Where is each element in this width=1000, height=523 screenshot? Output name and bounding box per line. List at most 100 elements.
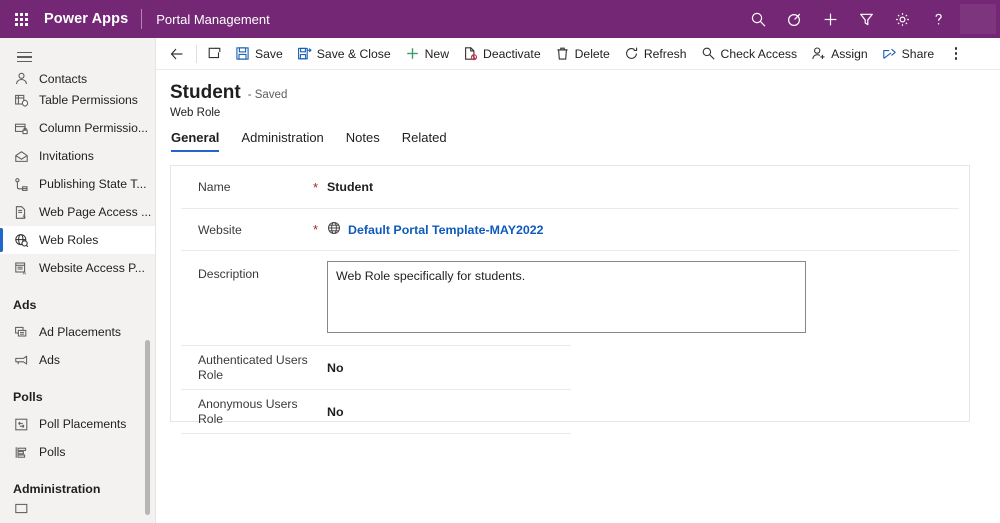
app-launcher-icon[interactable] [0,0,42,38]
tab-administration[interactable]: Administration [230,130,334,152]
description-input[interactable] [327,261,806,333]
field-website: Website * Default Portal Template-MAY202… [171,209,969,250]
more-commands-button[interactable] [943,39,969,69]
brand-title[interactable]: Power Apps [42,11,141,27]
header-actions [740,0,1000,38]
sidebar-item-website-access-permissions[interactable]: A Website Access P... [0,254,155,282]
field-label: Website [171,222,313,238]
sidebar-item-column-permissions[interactable]: Column Permissio... [0,114,155,142]
sidebar-scrollbar[interactable] [145,340,150,515]
save-and-close-button[interactable]: Save & Close [290,39,398,69]
table-permissions-icon [13,92,29,108]
page-title: Student [170,82,241,104]
sidebar-item-label: Polls [39,445,65,459]
column-permissions-icon [13,120,29,136]
sidebar-item-label: Web Page Access ... [39,205,151,219]
ads-icon [13,352,29,368]
publishing-state-icon [13,176,29,192]
tab-related[interactable]: Related [391,130,458,152]
field-authenticated-users-role: Authenticated Users Role No [171,346,969,389]
form-tabs: General Administration Notes Related [156,119,1000,152]
svg-text:A: A [22,214,26,220]
main-content: Student - Saved Web Role General Adminis… [156,70,1000,523]
website-lookup-link[interactable]: Default Portal Template-MAY2022 [327,221,544,238]
check-access-button[interactable]: Check Access [694,39,805,69]
web-roles-icon [13,232,29,248]
field-divider [181,433,571,434]
help-icon[interactable] [920,0,956,38]
contacts-icon [13,72,29,86]
sidebar-item-publishing-state-transitions[interactable]: Publishing State T... [0,170,155,198]
field-label: Authenticated Users Role [171,353,313,383]
refresh-button[interactable]: Refresh [617,39,694,69]
back-button[interactable] [162,39,192,69]
gear-icon[interactable] [884,0,920,38]
entity-name: Web Role [156,104,1000,119]
share-label: Share [902,47,935,61]
sidebar-item-label: Web Roles [39,233,98,247]
waffle-grid [15,13,28,26]
sidebar-group-administration: Administration [0,466,155,502]
poll-placements-icon [13,416,29,432]
field-label: Description [171,261,313,282]
field-label: Name [171,180,313,194]
assign-button[interactable]: Assign [804,39,875,69]
field-description: Description [171,251,969,345]
website-access-icon: A [13,260,29,276]
tab-notes[interactable]: Notes [335,130,391,152]
sidebar-item-ads[interactable]: Ads [0,346,155,374]
hamburger-menu-icon[interactable] [4,42,44,72]
delete-button[interactable]: Delete [548,39,617,69]
save-close-label: Save & Close [317,47,391,61]
partial-item-icon [13,502,29,516]
sidebar-item-ad-placements[interactable]: Ad Placements [0,318,155,346]
record-header: Student - Saved [156,70,1000,104]
sidebar-item-label: Column Permissio... [39,121,148,135]
tab-general[interactable]: General [170,130,230,152]
sidebar-item-web-roles[interactable]: Web Roles [0,226,155,254]
form-card: Name * Student Website * Default P [170,165,970,422]
sidebar-item-label: Contacts [39,72,87,86]
sidebar-item-polls[interactable]: Polls [0,438,155,466]
overflow-dots-icon [955,47,958,60]
anonymous-users-role-value[interactable]: No [313,404,344,420]
sidebar-item-label: Publishing State T... [39,177,147,191]
sidebar-item-contacts[interactable]: Contacts [0,72,155,86]
share-button[interactable]: Share [875,39,942,69]
sidebar-item-label: Table Permissions [39,93,138,107]
command-bar: Save Save & Close New Deactivate [156,38,1000,70]
new-button[interactable]: New [398,39,456,69]
sidebar-item-web-page-access-control-rules[interactable]: A Web Page Access ... [0,198,155,226]
web-page-access-icon: A [13,204,29,220]
invitations-icon [13,148,29,164]
plus-icon[interactable] [812,0,848,38]
website-value: Default Portal Template-MAY2022 [348,223,544,237]
name-value[interactable]: Student [327,179,373,195]
top-header-bar: Power Apps Portal Management [0,0,1000,38]
search-icon[interactable] [740,0,776,38]
deactivate-button[interactable]: Deactivate [456,39,548,69]
avatar-image [960,4,996,34]
filter-icon[interactable] [848,0,884,38]
required-indicator: * [313,180,327,195]
sidebar-item-invitations[interactable]: Invitations [0,142,155,170]
app-root: Power Apps Portal Management [0,0,1000,523]
required-indicator: * [313,222,327,238]
refresh-label: Refresh [644,47,687,61]
globe-icon [327,221,341,238]
delete-label: Delete [575,47,610,61]
command-divider [196,45,197,63]
sidebar-item-partial[interactable] [0,502,155,516]
save-label: Save [255,47,283,61]
sidebar-item-label: Ads [39,353,60,367]
sidebar-item-poll-placements[interactable]: Poll Placements [0,410,155,438]
avatar[interactable] [956,0,1000,38]
popout-button[interactable] [201,39,228,69]
sidebar-item-table-permissions[interactable]: Table Permissions [0,86,155,114]
app-name-label[interactable]: Portal Management [142,12,269,27]
ad-placements-icon [13,324,29,340]
sidebar-item-label: Poll Placements [39,417,126,431]
authenticated-users-role-value[interactable]: No [313,360,344,376]
target-icon[interactable] [776,0,812,38]
save-button[interactable]: Save [228,39,290,69]
